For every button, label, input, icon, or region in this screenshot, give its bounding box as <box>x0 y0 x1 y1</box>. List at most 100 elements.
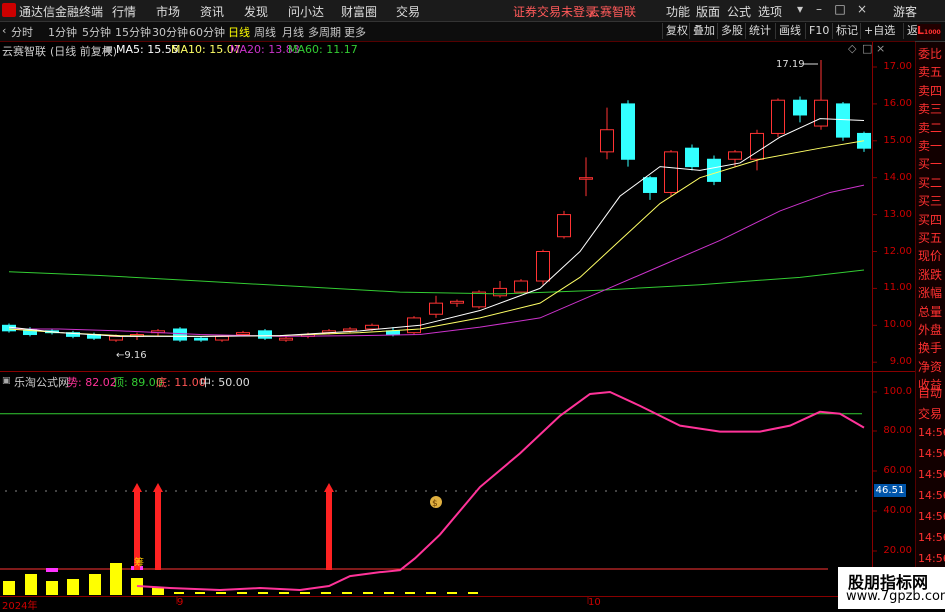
zhong-dot <box>65 490 67 492</box>
indicator-toggle-icon[interactable]: ▣ <box>2 376 11 386</box>
energy-dash <box>237 592 247 594</box>
energy-bar-top <box>46 568 58 572</box>
energy-dash <box>216 592 226 594</box>
candle-down <box>836 103 850 138</box>
quote-time-label: 14:56 <box>918 510 945 523</box>
zhong-dot <box>445 490 447 492</box>
signal-spike <box>326 490 332 570</box>
quote-label: 买三 <box>918 194 943 209</box>
zhong-dot <box>805 490 807 492</box>
quote-time-label: 自动 <box>918 386 943 400</box>
zhong-dot <box>355 490 357 492</box>
y-tick-label: 12.00 <box>883 245 912 257</box>
candle-up <box>600 129 614 153</box>
candle-up <box>215 335 229 341</box>
zhong-dot <box>795 490 797 492</box>
candle-up <box>429 302 443 315</box>
energy-dash <box>363 592 373 594</box>
zhong-dot <box>405 490 407 492</box>
zhong-dot <box>655 490 657 492</box>
zheng-label: 筹 <box>134 556 144 569</box>
zhong-dot <box>45 490 47 492</box>
zhong-dot <box>335 490 337 492</box>
zhong-dot <box>125 490 127 492</box>
zhong-dot <box>195 490 197 492</box>
quote-time-label: 14:56 <box>918 447 945 460</box>
zhong-dot <box>485 490 487 492</box>
zhong-dot <box>645 490 647 492</box>
quote-label: 买四 <box>918 212 943 227</box>
energy-dash <box>405 592 415 594</box>
quote-label: 买一 <box>918 157 943 172</box>
signal-spike <box>155 490 161 570</box>
candle-up <box>109 335 123 341</box>
zhong-dot <box>175 490 177 492</box>
quote-time-label: 交易 <box>918 407 943 421</box>
quote-label: 委比 <box>918 47 943 61</box>
y-tick-label: 15.00 <box>883 134 912 146</box>
zhong-dot <box>185 490 187 492</box>
zhong-dot <box>225 490 227 492</box>
candle-up <box>771 99 785 134</box>
zhong-dot <box>545 490 547 492</box>
energy-dash <box>174 592 184 594</box>
quote-label: 换手 <box>918 341 943 356</box>
candle-up <box>365 324 379 330</box>
signal-arrow-head <box>324 483 334 492</box>
energy-dash <box>342 592 352 594</box>
zhong-dot <box>295 490 297 492</box>
indicator-di: 底: 11.00 <box>156 376 206 389</box>
y-tick-label: 16.00 <box>883 97 912 109</box>
zhong-dot <box>825 490 827 492</box>
y-tick-label: 14.00 <box>883 171 912 183</box>
buy-marker-text: $ <box>432 499 438 509</box>
zhong-dot <box>775 490 777 492</box>
candle-down <box>621 103 635 160</box>
quote-label: 净资 <box>918 359 943 374</box>
indicator-zhong: 中: 50.00 <box>200 376 250 389</box>
zhong-dot <box>495 490 497 492</box>
candle-down <box>173 328 187 341</box>
x-label-sep: 9 <box>177 597 184 608</box>
candle-up <box>236 332 250 336</box>
zhong-dot <box>835 490 837 492</box>
zhong-dot <box>345 490 347 492</box>
zhong-dot <box>95 490 97 492</box>
zhong-dot <box>755 490 757 492</box>
zhong-dot <box>165 490 167 492</box>
zhong-dot <box>745 490 747 492</box>
zhong-dot <box>455 490 457 492</box>
quote-time-label: 14:56 <box>918 531 945 544</box>
quote-label: 买二 <box>918 175 943 190</box>
zhong-dot <box>675 490 677 492</box>
indicator-y-tick: 40.00 <box>883 505 912 516</box>
energy-bar <box>67 579 79 595</box>
energy-dash <box>258 592 268 594</box>
high-price-label: 17.19 <box>776 59 805 70</box>
watermark-url: www.7gpzb.com <box>846 589 945 604</box>
y-tick-label: 13.00 <box>883 208 912 220</box>
zhong-dot <box>265 490 267 492</box>
zhong-dot <box>315 490 317 492</box>
zhong-dot <box>75 490 77 492</box>
candle-up <box>536 251 550 282</box>
quote-label: 卖五 <box>918 65 943 80</box>
indicator-y-tick: 100.0 <box>883 386 912 397</box>
zhong-dot <box>615 490 617 492</box>
zhong-dot <box>575 490 577 492</box>
candle-up <box>279 337 293 341</box>
low-price-label: ←9.16 <box>116 350 147 361</box>
candle-up <box>472 291 486 308</box>
zhong-dot <box>665 490 667 492</box>
candle-up <box>664 151 678 193</box>
zhong-dot <box>685 490 687 492</box>
zhong-dot <box>435 490 437 492</box>
candle-down <box>707 158 721 182</box>
kline-chart[interactable]: 筹$ <box>0 0 945 609</box>
zhong-dot <box>635 490 637 492</box>
indicator-y-tick: 20.00 <box>883 545 912 556</box>
zhong-dot <box>845 490 847 492</box>
quote-label: 买五 <box>918 231 943 245</box>
zhong-dot <box>15 490 17 492</box>
zhong-dot <box>235 490 237 492</box>
